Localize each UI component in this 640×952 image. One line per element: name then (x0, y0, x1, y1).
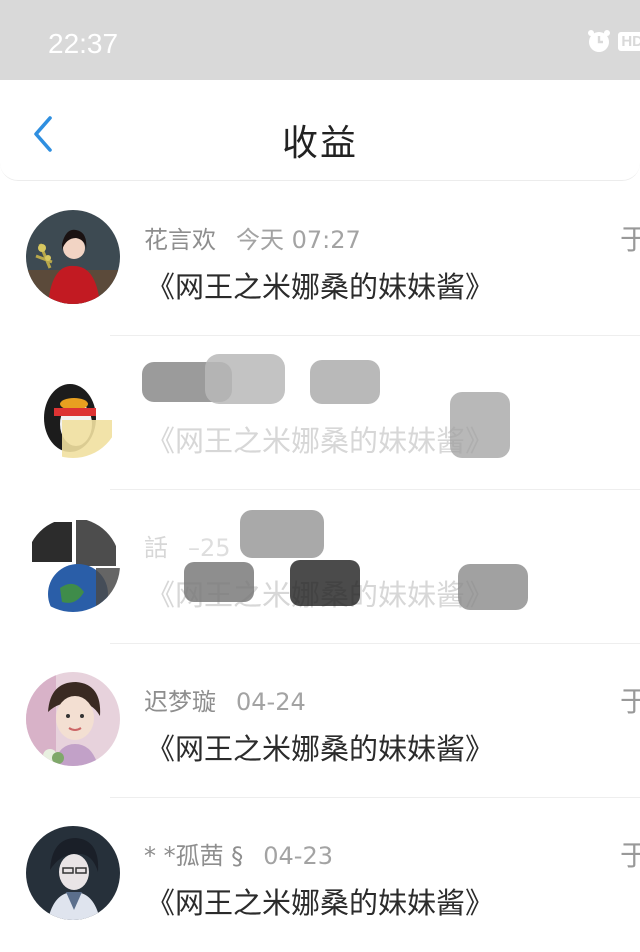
status-bar: 22:37 HD (0, 0, 640, 80)
avatar (26, 672, 120, 766)
list-item[interactable]: * *孤茜 § 04-23 《网王之米娜桑的妹妹酱》 于 (0, 798, 640, 952)
user-name: 迟梦璇 (144, 688, 216, 716)
item-meta (144, 374, 164, 402)
item-time: 04-24 (236, 688, 306, 716)
item-time: 04-23 (263, 842, 334, 870)
item-meta: 話 –25 (144, 528, 231, 563)
list-item[interactable]: 《网王之米娜桑的妹妹酱》 (0, 336, 640, 490)
user-name: 話 (144, 534, 168, 562)
item-meta: 花言欢 今天 07:27 (144, 220, 361, 255)
income-list: 花言欢今天 07:27 《网王之米娜桑的妹妹酱》 于 《网王之米娜桑的妹妹酱》 (0, 182, 640, 952)
book-title: 《网王之米娜桑的妹妹酱》 (146, 578, 495, 612)
avatar (26, 364, 120, 458)
alarm-icon (588, 30, 611, 52)
book-title: 《网王之米娜桑的妹妹酱》 (146, 886, 495, 920)
item-trailing-text: 于 (619, 223, 640, 256)
book-title: 《网王之米娜桑的妹妹酱》 (146, 270, 495, 304)
item-time: 今天 07:27 (236, 226, 361, 254)
user-name: * *孤茜 § (144, 842, 244, 870)
navigation-header: 收益 (0, 80, 640, 181)
list-item[interactable]: 話 –25 《网王之米娜桑的妹妹酱》 (0, 490, 640, 644)
item-trailing-text: 于 (619, 839, 640, 872)
item-trailing-text: 于 (619, 685, 640, 718)
page-title: 收益 (281, 123, 358, 164)
avatar (26, 826, 120, 920)
avatar (26, 210, 120, 304)
book-title: 《网王之米娜桑的妹妹酱》 (146, 732, 495, 766)
item-meta: * *孤茜 § 04-23 (144, 836, 333, 871)
hd-badge: HD (618, 31, 640, 51)
status-time: 22:37 (48, 28, 119, 59)
user-name: 花言欢 (144, 226, 216, 254)
avatar (26, 518, 120, 612)
item-meta: 迟梦璇 04-24 (144, 682, 306, 717)
list-item[interactable]: 迟梦璇 04-24 《网王之米娜桑的妹妹酱》 于 (0, 644, 640, 798)
item-time: –25 (188, 534, 231, 562)
status-icons: HD (586, 28, 640, 54)
list-item[interactable]: 花言欢 今天 07:27 《网王之米娜桑的妹妹酱》 于 (0, 182, 640, 336)
book-title: 《网王之米娜桑的妹妹酱》 (146, 424, 495, 458)
